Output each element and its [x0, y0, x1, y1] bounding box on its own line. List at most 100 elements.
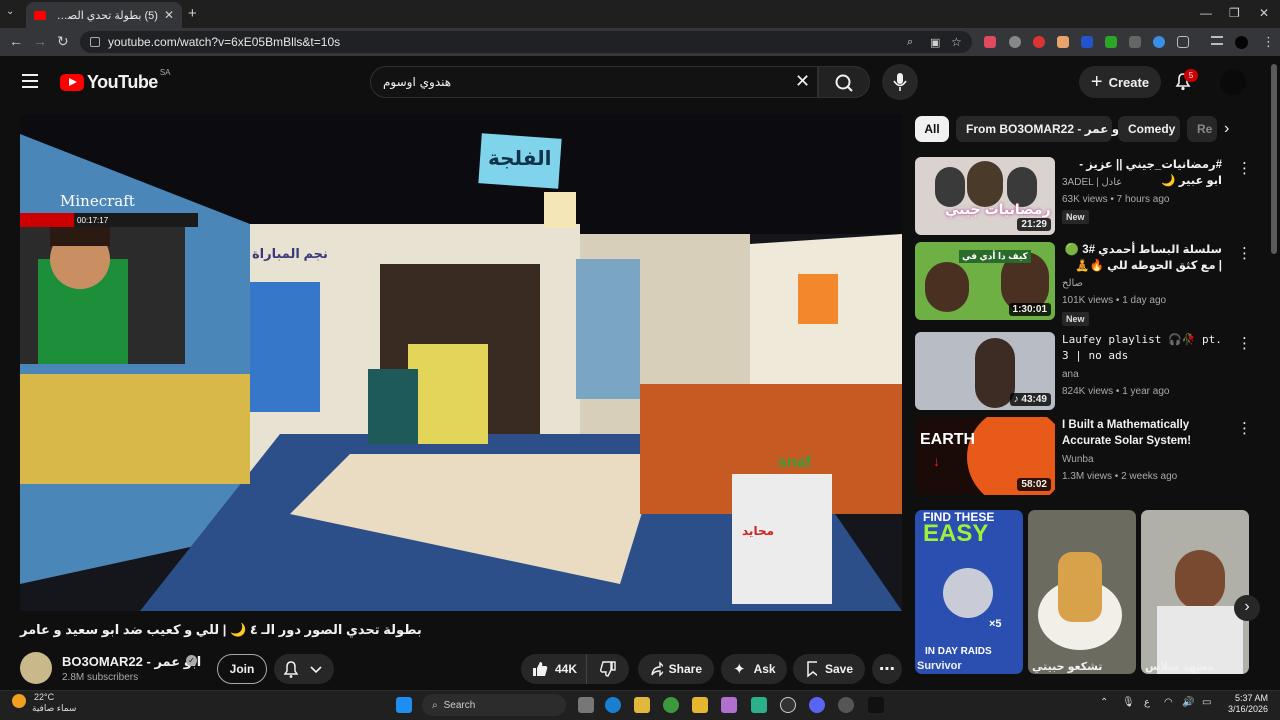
shorts-next-icon[interactable]: ›: [1234, 595, 1260, 621]
create-button[interactable]: + Create: [1079, 66, 1161, 98]
channel-avatar[interactable]: [20, 652, 52, 684]
recommendation-title[interactable]: سلسلة البساط أحمدي #3 🟢 | مع كثق الحوطه …: [1062, 242, 1222, 274]
reload-icon[interactable]: ↻: [57, 33, 69, 50]
ask-button[interactable]: ✦ Ask: [721, 654, 787, 684]
bookmark-star-icon[interactable]: ☆: [951, 35, 962, 49]
discord-icon[interactable]: [809, 697, 825, 713]
browser-menu-icon[interactable]: ⋮: [1262, 34, 1275, 50]
thumbs-down-icon: [599, 661, 616, 677]
file-explorer-icon[interactable]: [634, 697, 650, 713]
recommendation-item[interactable]: رمضانيات جيني 21:29 #رمضانيات_جيني || عز…: [915, 157, 1255, 237]
close-tab-icon[interactable]: ✕: [164, 8, 174, 22]
chrome-browser-icon[interactable]: [663, 697, 679, 713]
input-language[interactable]: ع: [1144, 697, 1150, 708]
youtube-logo[interactable]: YouTube SA: [60, 68, 171, 93]
taskbar-app-icon[interactable]: [721, 697, 737, 713]
extension-icon[interactable]: [1057, 36, 1069, 48]
browser-tab[interactable]: (5) بطولة تحدي الصور دور الـ ٤ 🌙 ✕: [26, 2, 182, 28]
video-thumbnail[interactable]: كيف دا أدي في 1:30:01: [915, 242, 1055, 320]
new-badge: New: [1062, 312, 1089, 326]
recommendation-item[interactable]: EARTH ↓ 58:02 I Built a Mathematically A…: [915, 417, 1255, 497]
zoom-icon[interactable]: ⌕: [907, 36, 913, 49]
chips-next-icon[interactable]: ›: [1224, 120, 1229, 138]
short-item[interactable]: مشهد سلاس: [1141, 510, 1249, 674]
tab-search-icon[interactable]: ⌄: [6, 6, 14, 17]
search-button[interactable]: [818, 66, 870, 98]
minimize-button[interactable]: —: [1200, 6, 1212, 20]
chip-comedy[interactable]: Comedy: [1118, 116, 1180, 142]
task-view-icon[interactable]: [578, 697, 594, 713]
more-vertical-icon[interactable]: ⋮: [1237, 159, 1252, 177]
channel-name[interactable]: BO3OMAR22 - ابو عمر: [62, 654, 201, 670]
recommendation-channel[interactable]: 3ADEL | عادل: [1062, 177, 1122, 188]
extension-icon[interactable]: [1033, 36, 1045, 48]
extension-icon[interactable]: [1105, 36, 1117, 48]
extension-icon[interactable]: [1129, 36, 1141, 48]
video-player[interactable]: Minecraft 00:17:17 الفلجة نجم المباراة s…: [20, 114, 902, 611]
chip-all[interactable]: All: [915, 116, 949, 142]
taskbar-search[interactable]: ⌕ Search: [422, 694, 566, 716]
chip-from-channel[interactable]: From BO3OMAR22 - ابو عمر: [956, 116, 1128, 142]
extensions-puzzle-icon[interactable]: [1177, 36, 1189, 48]
recommendation-channel[interactable]: صالح: [1062, 278, 1083, 289]
dislike-button[interactable]: [587, 654, 629, 684]
taskbar-app-icon[interactable]: [838, 697, 854, 713]
taskbar-app-icon[interactable]: [868, 697, 884, 713]
more-vertical-icon[interactable]: ⋮: [1237, 419, 1252, 437]
thumbnail-text: EARTH: [920, 431, 976, 448]
microphone-icon[interactable]: 🎙: [1122, 697, 1135, 708]
thumbnail-text: رمضانيات جيني: [945, 201, 1051, 217]
wifi-icon[interactable]: ◠: [1164, 697, 1173, 708]
extension-icon[interactable]: [1081, 36, 1093, 48]
obs-studio-icon[interactable]: [780, 697, 796, 713]
guide-menu-icon[interactable]: [22, 74, 38, 88]
address-bar[interactable]: youtube.com/watch?v=6xE05BmBlls&t=10s: [80, 31, 972, 53]
recommendation-item[interactable]: ♪ 43:49 Laufey playlist 🎧🥀 pt. 3 | no ad…: [915, 332, 1255, 412]
more-actions-button[interactable]: ⋯: [872, 654, 902, 684]
recommendation-title[interactable]: I Built a Mathematically Accurate Solar …: [1062, 417, 1222, 449]
subscribed-notifications-button[interactable]: [274, 654, 334, 684]
short-item[interactable]: FIND THESE EASY ×5 IN DAY RAIDS Survivor: [915, 510, 1023, 674]
profile-avatar-icon[interactable]: [1235, 36, 1248, 49]
taskbar-app-icon[interactable]: [751, 697, 767, 713]
new-tab-button[interactable]: +: [188, 5, 197, 22]
back-icon[interactable]: ←: [9, 33, 23, 49]
recommendation-item[interactable]: كيف دا أدي في 1:30:01 سلسلة البساط أحمدي…: [915, 242, 1255, 326]
show-hidden-icons[interactable]: ⌃: [1100, 697, 1108, 708]
volume-icon[interactable]: 🔊: [1182, 697, 1194, 708]
voice-search-button[interactable]: [882, 64, 918, 100]
chip-related[interactable]: Re: [1187, 116, 1217, 142]
maximize-button[interactable]: ❐: [1229, 6, 1240, 20]
extension-icon[interactable]: [1009, 36, 1021, 48]
recommendation-title[interactable]: Laufey playlist 🎧🥀 pt. 3 | no ads: [1062, 332, 1222, 364]
account-avatar[interactable]: [1220, 69, 1246, 95]
short-item[interactable]: تشكعو حبيتي: [1028, 510, 1136, 674]
battery-icon[interactable]: ▭: [1202, 697, 1211, 708]
taskbar-app-icon[interactable]: [692, 697, 708, 713]
extension-icon[interactable]: [1153, 36, 1165, 48]
system-clock[interactable]: 5:37 AM 3/16/2026: [1224, 693, 1268, 715]
forward-icon[interactable]: →: [33, 33, 47, 49]
video-thumbnail[interactable]: رمضانيات جيني 21:29: [915, 157, 1055, 235]
share-button[interactable]: Share: [638, 654, 714, 684]
video-thumbnail[interactable]: ♪ 43:49: [915, 332, 1055, 410]
search-box[interactable]: [370, 66, 818, 98]
save-button[interactable]: Save: [793, 654, 865, 684]
close-window-button[interactable]: ✕: [1259, 6, 1269, 20]
install-icon[interactable]: ▣: [930, 36, 940, 49]
windows-start-icon[interactable]: [396, 697, 412, 713]
recommendation-channel[interactable]: Wunba: [1062, 454, 1094, 465]
clear-search-icon[interactable]: ✕: [795, 71, 810, 92]
more-vertical-icon[interactable]: ⋮: [1237, 334, 1252, 352]
site-info-icon[interactable]: [90, 37, 100, 47]
video-thumbnail[interactable]: EARTH ↓ 58:02: [915, 417, 1055, 495]
reading-list-icon[interactable]: [1211, 36, 1223, 45]
search-input[interactable]: [383, 75, 805, 89]
join-button[interactable]: Join: [217, 654, 267, 684]
like-button[interactable]: 44K: [521, 654, 587, 684]
edge-browser-icon[interactable]: [605, 697, 621, 713]
recommendation-channel[interactable]: ana: [1062, 369, 1079, 380]
extension-icon[interactable]: [984, 36, 996, 48]
more-vertical-icon[interactable]: ⋮: [1237, 244, 1252, 262]
page-scrollbar[interactable]: [1271, 64, 1277, 254]
